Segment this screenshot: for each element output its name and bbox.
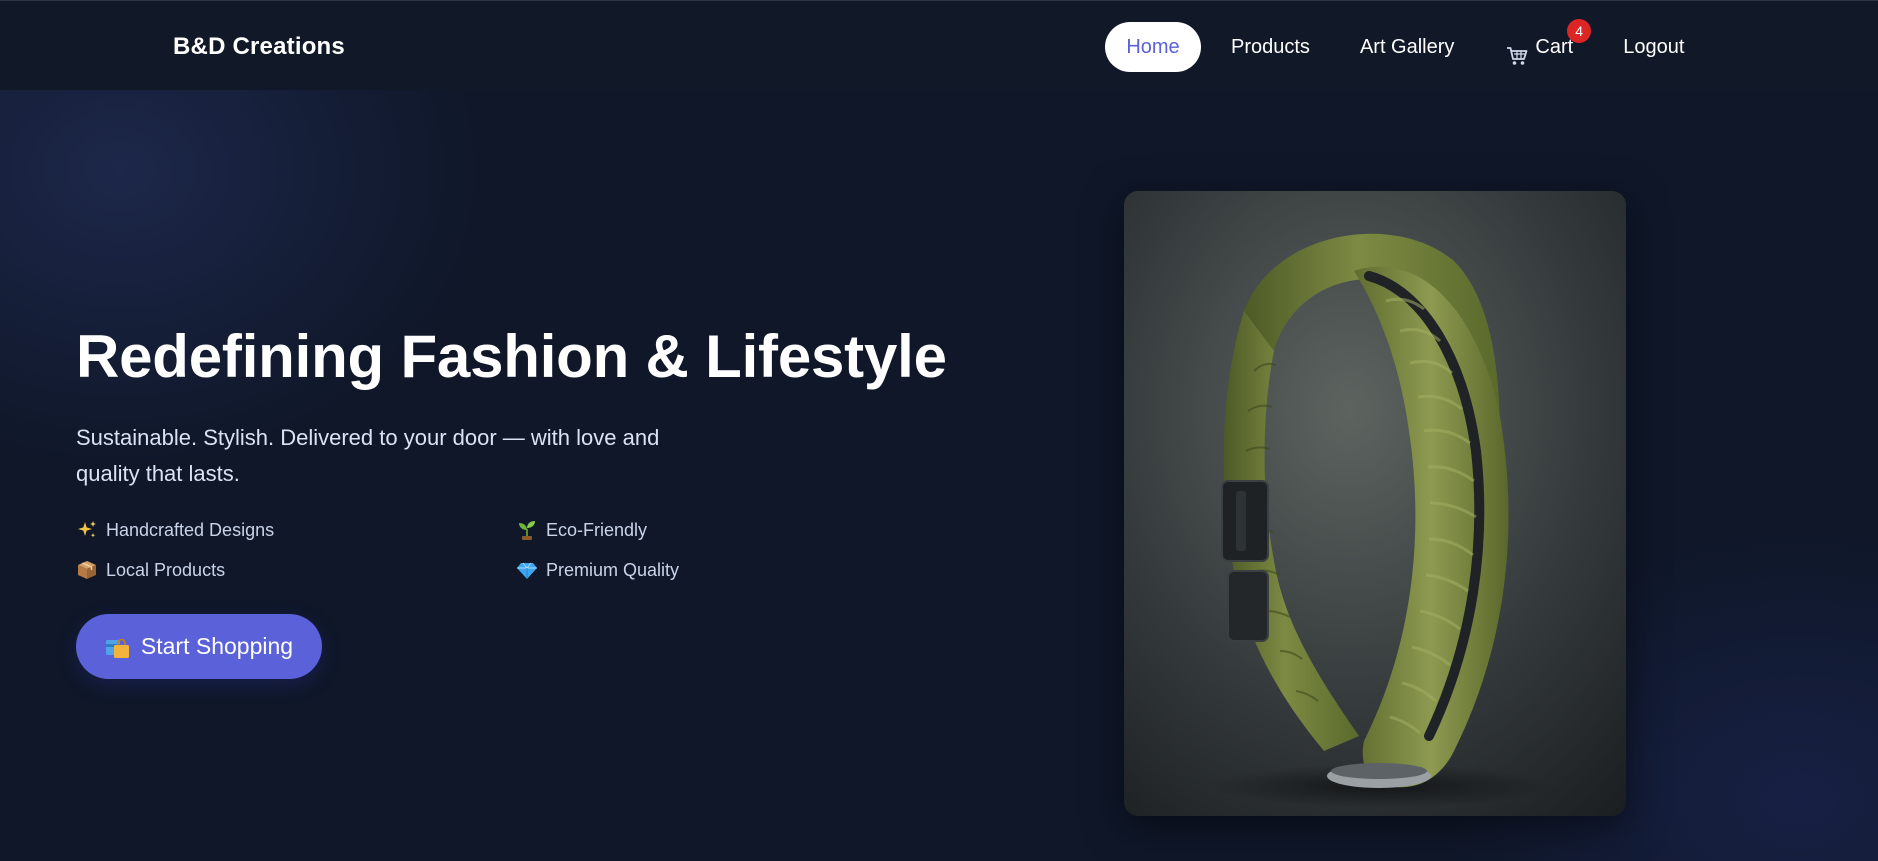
cart-count-badge: 4: [1567, 19, 1592, 43]
feature-list: Handcrafted Designs Eco-Friendly Local P…: [76, 518, 716, 582]
feature-label: Eco-Friendly: [546, 519, 648, 540]
sparkles-icon: [76, 519, 98, 541]
nav-home-link[interactable]: Home: [1105, 22, 1201, 72]
feature-item-local-products: Local Products: [76, 558, 516, 582]
start-shopping-button[interactable]: Start Shopping: [76, 614, 322, 679]
feature-label: Premium Quality: [546, 559, 680, 580]
feature-label: Handcrafted Designs: [106, 519, 275, 540]
hero-title: Redefining Fashion & Lifestyle: [76, 323, 947, 390]
package-icon: [76, 559, 98, 581]
seedling-icon: [516, 519, 538, 541]
nav-cart-link[interactable]: Cart 4: [1506, 19, 1592, 72]
nav-art-gallery-link[interactable]: Art Gallery: [1360, 22, 1454, 72]
feature-item-eco-friendly: Eco-Friendly: [516, 518, 716, 542]
brand-logo[interactable]: B&D Creations: [173, 33, 345, 61]
nav-logout-link[interactable]: Logout: [1623, 22, 1684, 72]
product-image-paracord-bracelet: [1124, 191, 1626, 816]
start-shopping-label: Start Shopping: [140, 633, 294, 659]
feature-item-handcrafted: Handcrafted Designs: [76, 518, 516, 542]
feature-label: Local Products: [106, 559, 226, 580]
shopping-bags-icon: [105, 635, 131, 659]
navbar: B&D Creations Home Products Art Gallery …: [0, 0, 1878, 90]
nav-links: Home Products Art Gallery Cart 4 Logout: [1105, 19, 1684, 72]
paracord-bracelet-illustration: [1209, 233, 1549, 808]
shopping-cart-icon: [1506, 36, 1528, 65]
feature-item-premium-quality: Premium Quality: [516, 558, 716, 582]
gem-icon: [516, 559, 538, 581]
nav-products-link[interactable]: Products: [1231, 22, 1310, 72]
hero-subtitle: Sustainable. Stylish. Delivered to your …: [76, 425, 660, 486]
